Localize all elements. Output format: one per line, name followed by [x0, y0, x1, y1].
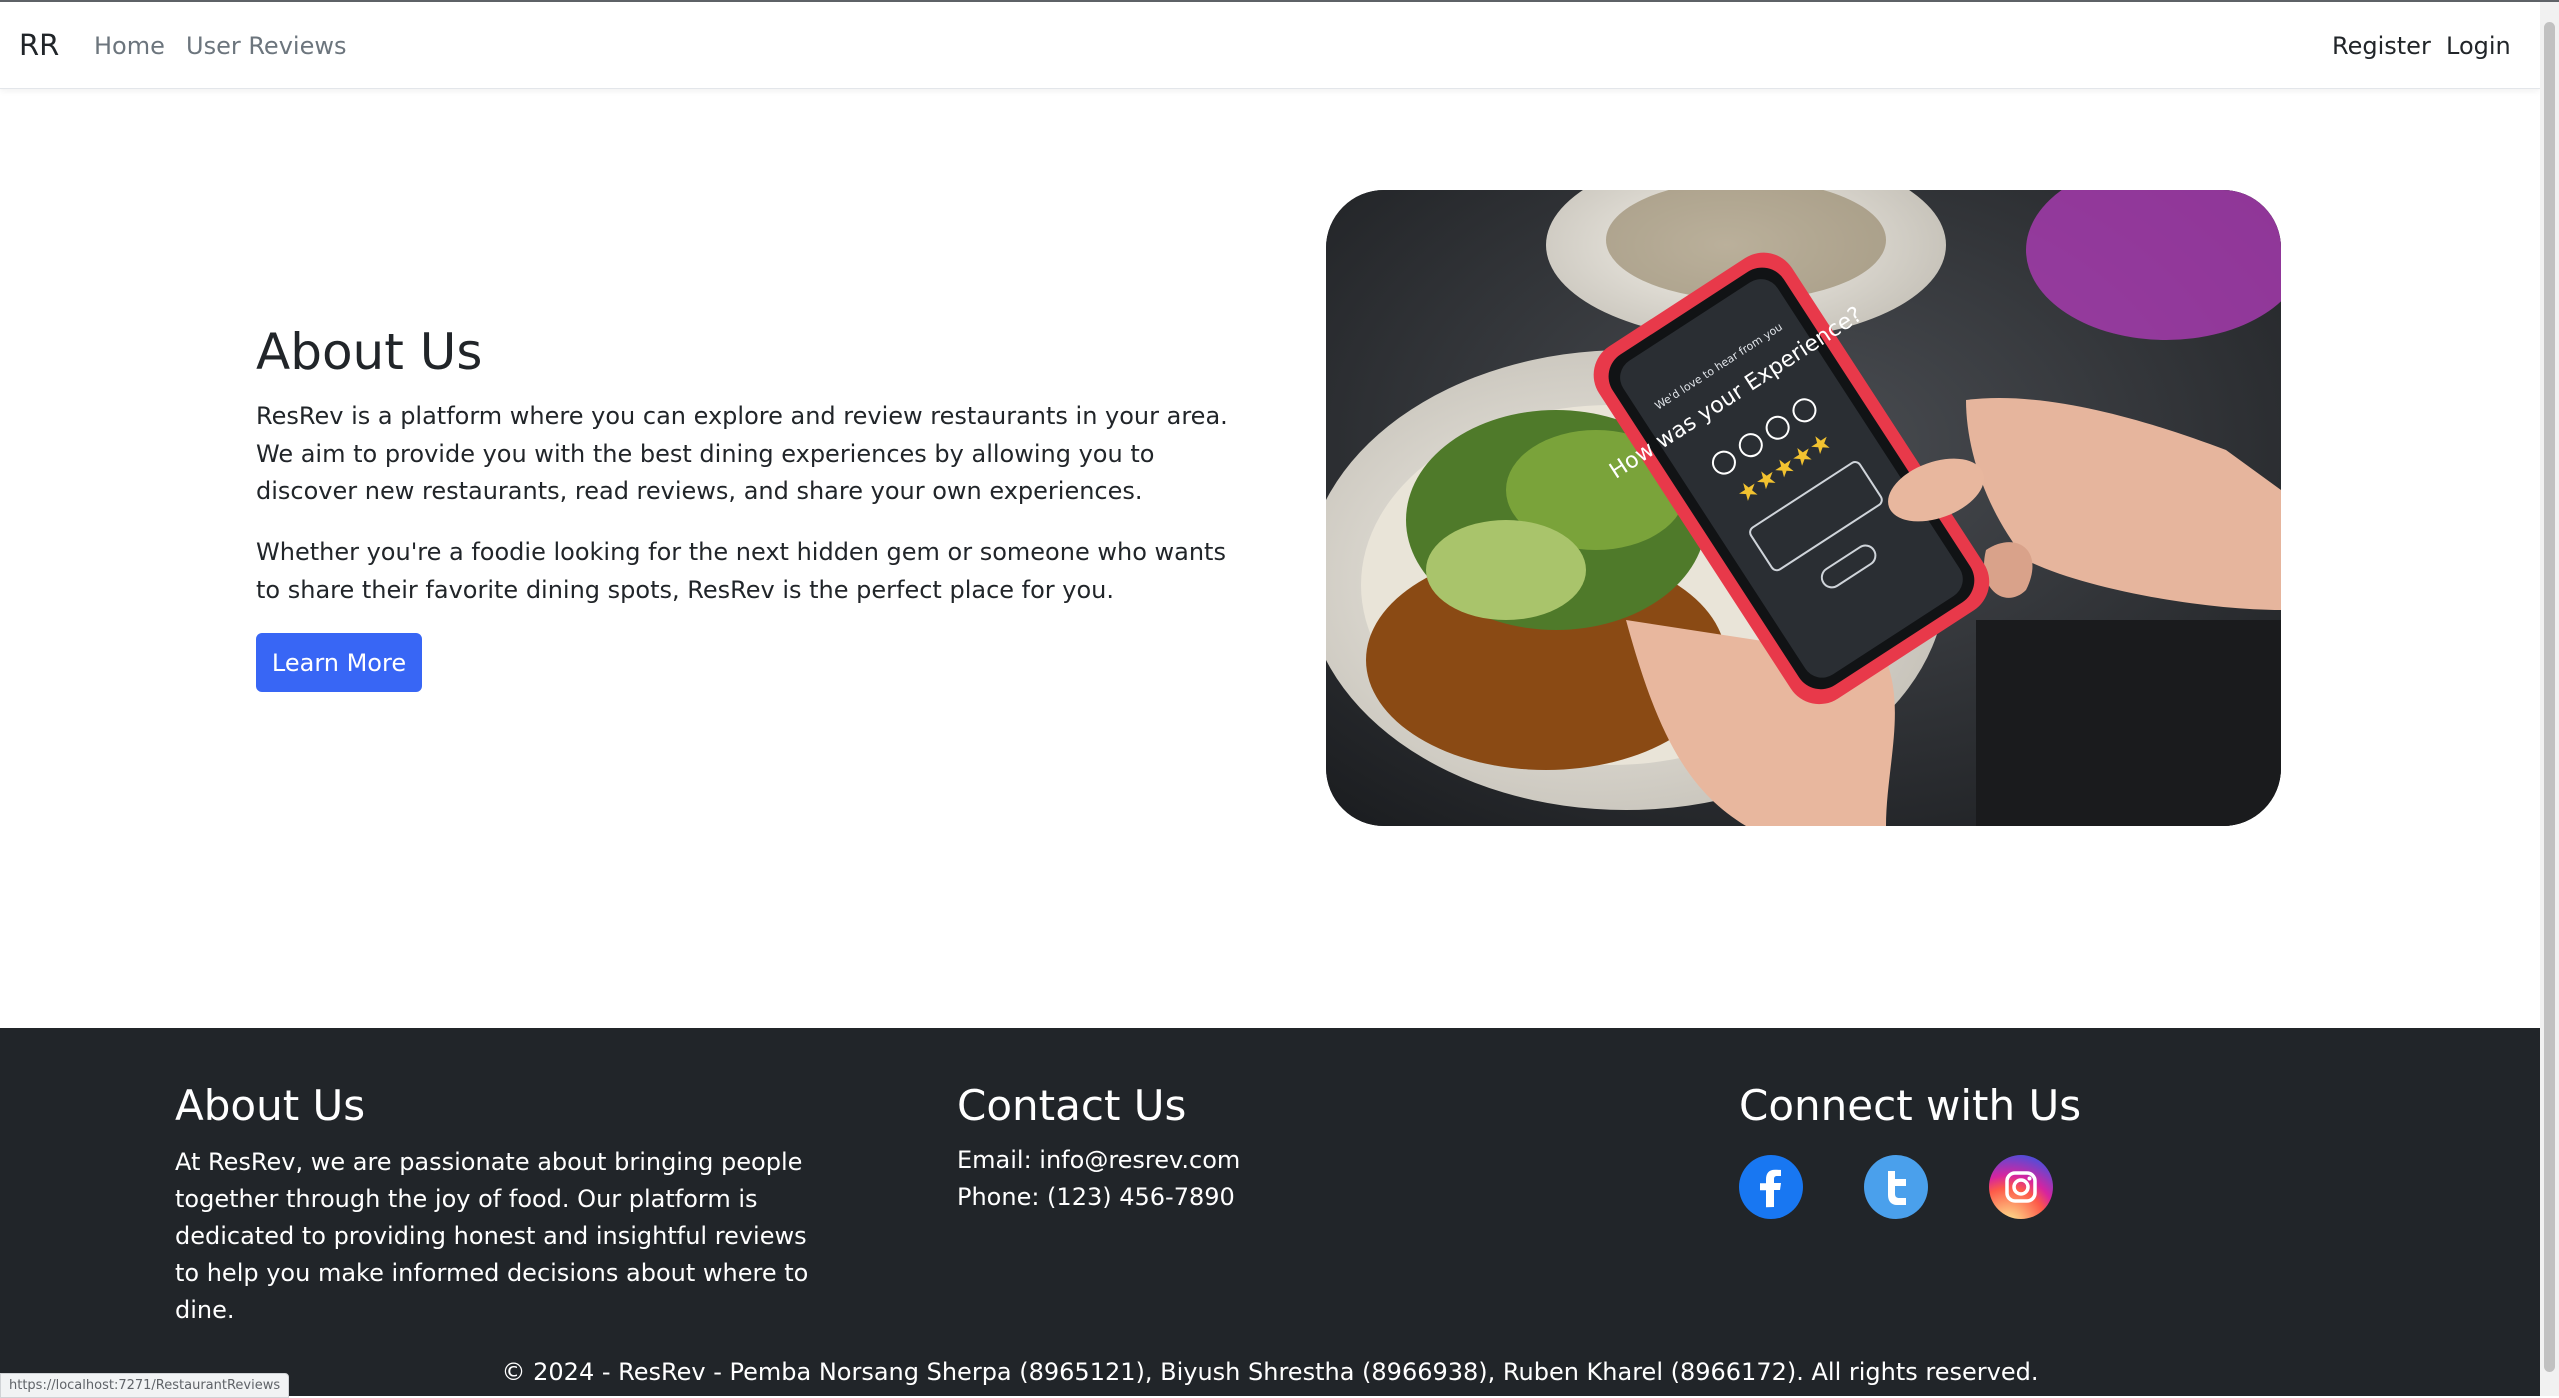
- footer-about-text: At ResRev, we are passionate about bring…: [175, 1148, 809, 1324]
- nav-home-link[interactable]: Home: [94, 32, 165, 60]
- hero-title: About Us: [256, 323, 483, 381]
- footer-copyright: © 2024 - ResRev - Pemba Norsang Sherpa (…: [501, 1358, 2039, 1386]
- hero-paragraph-1: ResRev is a platform where you can explo…: [256, 402, 1228, 505]
- nav-register-link[interactable]: Register: [2332, 32, 2431, 60]
- hero-paragraph-2: Whether you're a foodie looking for the …: [256, 538, 1226, 604]
- footer-contact-title: Contact Us: [957, 1081, 1187, 1130]
- twitter-icon[interactable]: [1864, 1155, 1928, 1219]
- footer-email: Email: info@resrev.com: [957, 1146, 1241, 1174]
- learn-more-button[interactable]: Learn More: [256, 633, 422, 692]
- brand-logo[interactable]: RR: [19, 28, 59, 62]
- instagram-icon[interactable]: [1989, 1155, 2053, 1219]
- facebook-icon[interactable]: [1739, 1155, 1803, 1219]
- browser-status-url: https://localhost:7271/RestaurantReviews: [0, 1373, 290, 1398]
- scrollbar-thumb[interactable]: [2544, 22, 2555, 1372]
- nav-user-reviews-link[interactable]: User Reviews: [186, 32, 346, 60]
- top-navbar: RR Home User Reviews Register Login: [0, 2, 2540, 89]
- footer-about-title: About Us: [175, 1081, 366, 1130]
- footer-connect-title: Connect with Us: [1739, 1081, 2082, 1130]
- site-footer: About Us At ResRev, we are passionate ab…: [0, 1028, 2540, 1396]
- vertical-scrollbar[interactable]: [2540, 2, 2559, 1396]
- hero-illustration: We'd love to hear from you How was your …: [1326, 190, 2281, 826]
- hero-image-phone-review: We'd love to hear from you How was your …: [1326, 190, 2281, 826]
- footer-phone: Phone: (123) 456-7890: [957, 1183, 1235, 1211]
- nav-login-link[interactable]: Login: [2446, 32, 2511, 60]
